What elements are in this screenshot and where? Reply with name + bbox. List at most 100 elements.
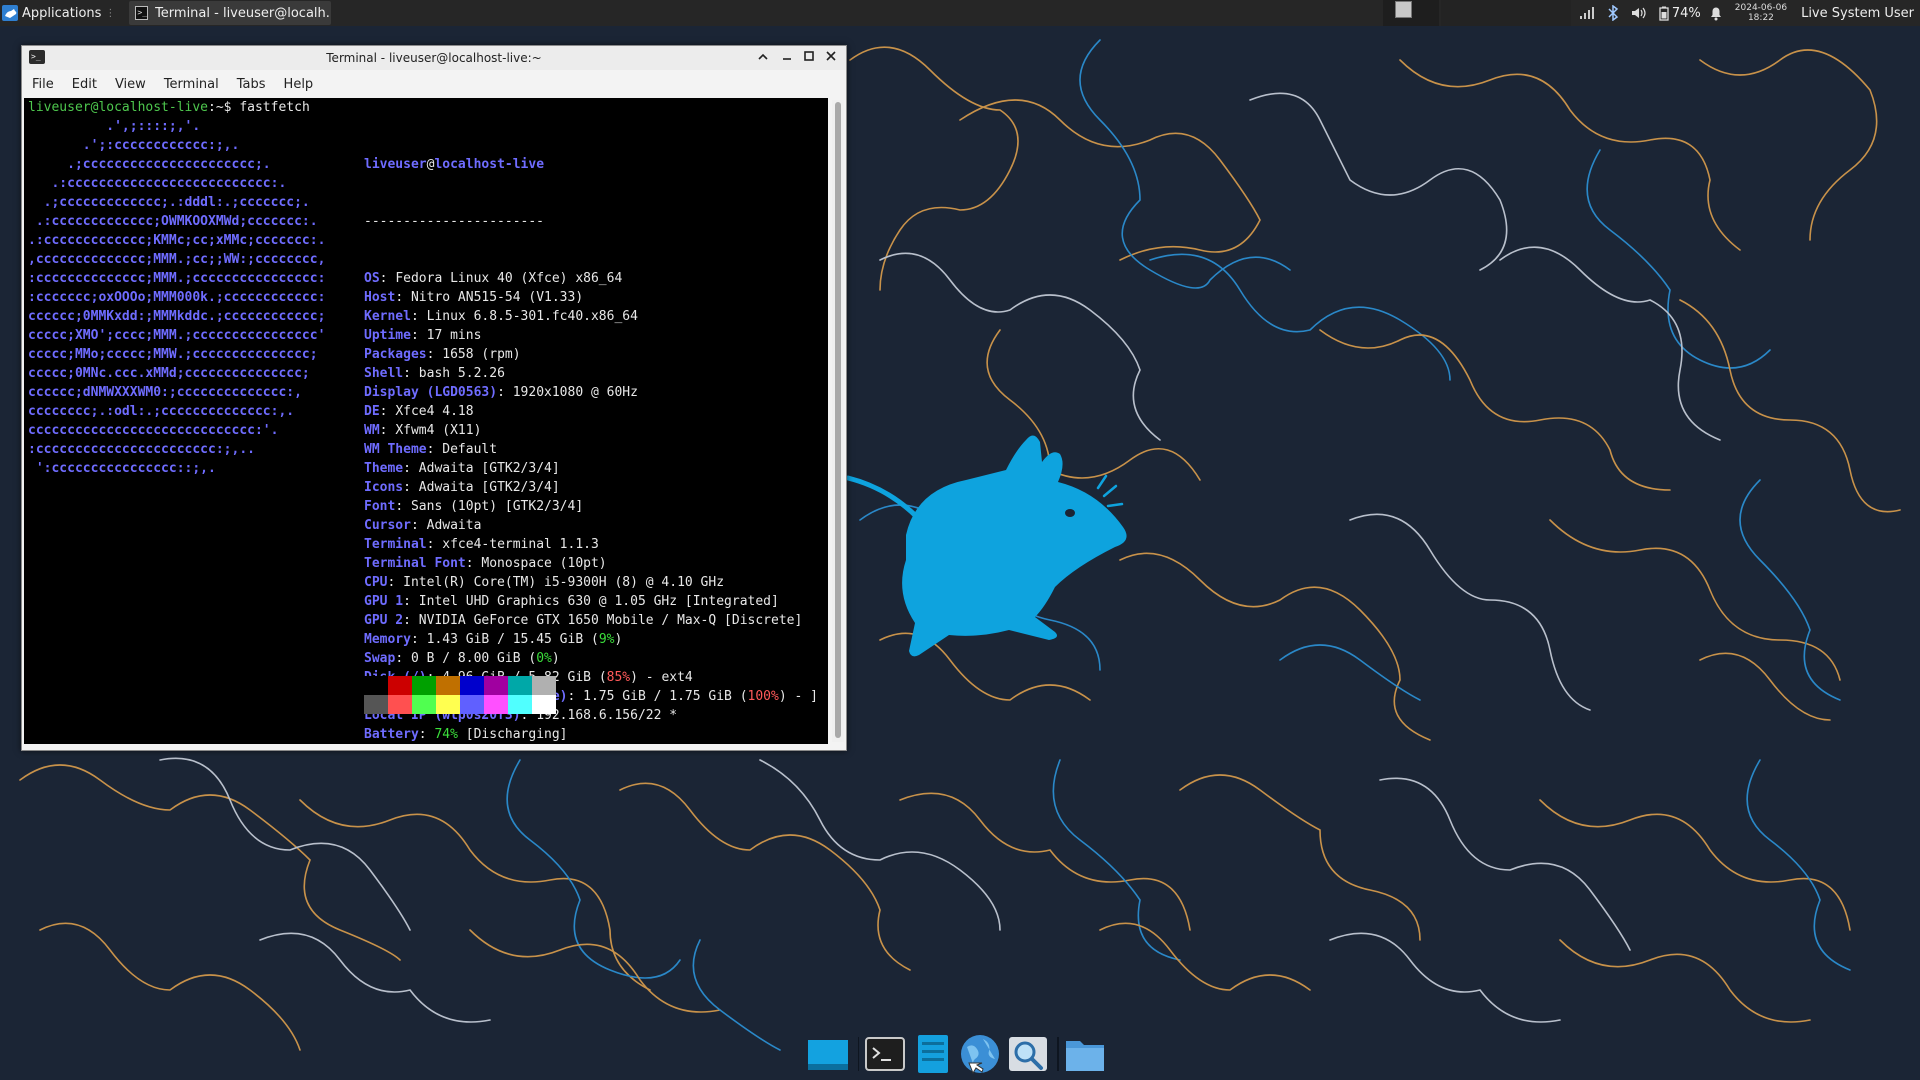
info-value: Default [442, 442, 498, 457]
info-row: Terminal Font: Monospace (10pt) [364, 554, 818, 573]
info-value: Xfwm4 (X11) [395, 423, 482, 438]
terminal-icon [865, 1037, 906, 1071]
palette-swatch [436, 676, 460, 695]
info-key: Terminal Font [364, 556, 466, 571]
info-value: NVIDIA GeForce GTX 1650 Mobile / Max-Q [… [418, 613, 803, 628]
taskbar-terminal-button[interactable]: >_ Terminal - liveuser@localh... [129, 1, 332, 25]
notifications-bell-icon[interactable] [1709, 6, 1723, 21]
info-colon: : [426, 442, 443, 457]
menu-file[interactable]: File [22, 77, 63, 92]
battery-indicator[interactable]: 74% [1659, 6, 1701, 21]
info-row: Uptime: 17 mins [364, 326, 818, 345]
menu-terminal[interactable]: Terminal [155, 77, 228, 92]
palette-swatch [508, 695, 532, 714]
network-signal-icon[interactable] [1579, 6, 1595, 20]
home-folder-launcher[interactable] [1063, 1032, 1107, 1076]
scrollbar-thumb[interactable] [835, 102, 841, 738]
info-tail: ) - ext4 [630, 670, 693, 685]
info-value: Intel(R) Core(TM) i5-9300H (8) @ 4.10 GH… [403, 575, 725, 590]
info-value: 1658 (rpm) [442, 347, 521, 362]
maximize-button[interactable] [800, 49, 818, 67]
info-tail: ) [614, 632, 623, 647]
dock-separator-2 [1057, 1037, 1060, 1071]
logo-line: ccccc;MMo;ccccc;MMW.;ccccccccccccccc; [28, 347, 318, 362]
shade-button[interactable] [754, 49, 772, 67]
info-row: Font: Sans (10pt) [GTK2/3/4] [364, 497, 818, 516]
applications-menu-button[interactable]: Applications ⋮ [0, 0, 121, 26]
info-title-user: liveuser [364, 157, 427, 172]
info-key: Kernel [364, 309, 411, 324]
palette-swatch [388, 695, 412, 714]
menu-view[interactable]: View [106, 77, 155, 92]
logo-line: .;cccccccccccccccccccccc;. [28, 157, 271, 172]
info-key: GPU 1 [364, 594, 404, 609]
info-row: Icons: Adwaita [GTK2/3/4] [364, 478, 818, 497]
show-desktop-button[interactable] [806, 1032, 850, 1076]
palette-swatch [484, 676, 508, 695]
top-panel: Applications ⋮ >_ Terminal - liveuser@lo… [0, 0, 1920, 26]
info-key: Battery [364, 727, 419, 742]
prompt-suffix: :~$ [208, 100, 240, 115]
menu-edit[interactable]: Edit [63, 77, 106, 92]
info-key: DE [364, 404, 380, 419]
terminal-icon: >_ [135, 6, 149, 20]
clock[interactable]: 2024-06-06 18:22 [1735, 3, 1787, 23]
info-row: GPU 1: Intel UHD Graphics 630 @ 1.05 GHz… [364, 592, 818, 611]
info-value: Adwaita [426, 518, 482, 533]
info-key: Host [364, 290, 396, 305]
info-colon: : [395, 290, 411, 305]
info-separator: ----------------------- [364, 214, 545, 229]
menu-help[interactable]: Help [275, 77, 323, 92]
info-row: Packages: 1658 (rpm) [364, 345, 818, 364]
logo-line: .;ccccccccccccc;.:dddl:.;ccccccc;. [28, 195, 310, 210]
user-menu-button[interactable]: Live System User [1801, 6, 1914, 21]
info-title: liveuser@localhost-live [364, 155, 818, 174]
bluetooth-icon[interactable] [1607, 5, 1619, 21]
battery-icon [1659, 6, 1669, 21]
logo-line: ccccc;0MNc.ccc.xMMd;ccccccccccccccc; [28, 366, 310, 381]
window-titlebar[interactable]: >_ Terminal - liveuser@localhost-live:~ [22, 46, 846, 70]
info-key: OS [364, 271, 380, 286]
palette-swatch [412, 676, 436, 695]
terminal-launcher[interactable] [863, 1032, 907, 1076]
file-manager-launcher[interactable] [911, 1032, 955, 1076]
info-tail: [Discharging] [457, 727, 568, 742]
palette-swatch [532, 676, 556, 695]
info-tail: ) [551, 651, 560, 666]
separator-dots-icon: ⋮ [105, 7, 116, 19]
web-browser-icon [961, 1035, 1000, 1075]
terminal-output[interactable]: liveuser@localhost-live:~$ fastfetch .',… [24, 98, 828, 744]
close-button[interactable] [822, 49, 840, 67]
palette-swatch [508, 676, 532, 695]
app-finder-launcher[interactable] [1006, 1032, 1050, 1076]
palette-swatch [364, 676, 388, 695]
logo-line: :cccccccccccccc;MMM.;cccccccccccccccc: [28, 271, 326, 286]
web-browser-launcher[interactable] [958, 1032, 1002, 1076]
menu-tabs[interactable]: Tabs [228, 77, 275, 92]
logo-line: .',;::::;,'. [28, 119, 201, 134]
info-row: CPU: Intel(R) Core(TM) i5-9300H (8) @ 4.… [364, 573, 818, 592]
info-key: Swap [364, 651, 396, 666]
info-colon: : [426, 347, 443, 362]
info-key: Cursor [364, 518, 411, 533]
info-key: WM [364, 423, 380, 438]
command-line: liveuser@localhost-live:~$ fastfetch [28, 98, 828, 117]
file-manager-icon [917, 1035, 948, 1073]
terminal-scrollbar[interactable] [832, 100, 844, 742]
info-value: 1920x1080 @ 60Hz [512, 385, 638, 400]
folder-icon [1066, 1041, 1105, 1071]
info-value: 0 B / 8.00 GiB ( [410, 651, 537, 666]
palette-swatch [412, 695, 436, 714]
info-row: GPU 2: NVIDIA GeForce GTX 1650 Mobile / … [364, 611, 818, 630]
workspace-1-thumbnail[interactable] [1395, 1, 1412, 18]
info-row: WM Theme: Default [364, 440, 818, 459]
window-title: Terminal - liveuser@localhost-live:~ [326, 51, 542, 65]
info-value: bash 5.2.26 [418, 366, 505, 381]
logo-line: cccccc;dNMWXXXWM0:;cccccccccccccc:, [28, 385, 302, 400]
applications-label: Applications [22, 5, 102, 21]
volume-icon[interactable] [1631, 6, 1647, 20]
minimize-button[interactable] [778, 49, 796, 67]
info-row: Swap: 0 B / 8.00 GiB (0%) [364, 649, 818, 668]
bottom-dock [806, 1030, 1111, 1078]
info-colon: : [395, 499, 411, 514]
